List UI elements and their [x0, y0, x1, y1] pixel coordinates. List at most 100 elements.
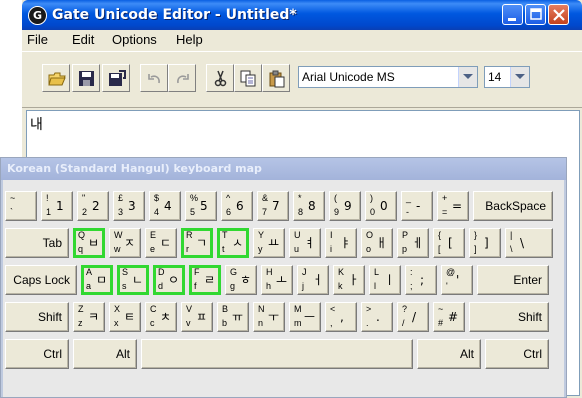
- key-mapped-char: 6: [236, 199, 244, 213]
- key-#[interactable]: ~ # #: [433, 302, 465, 332]
- key-9[interactable]: (9 9: [329, 191, 361, 221]
- key-v[interactable]: Vvㅍ: [181, 302, 213, 332]
- key-shift-char: Y: [258, 230, 265, 240]
- key-][interactable]: }]]: [469, 228, 501, 258]
- close-button[interactable]: [548, 4, 569, 25]
- key-x[interactable]: Xxㅌ: [109, 302, 141, 332]
- key-4[interactable]: $4 4: [149, 191, 181, 221]
- key-ctrl[interactable]: Ctrl: [485, 339, 549, 369]
- save-button[interactable]: [72, 64, 100, 92]
- key-e[interactable]: Eeㄷ: [145, 228, 177, 258]
- key-shift-char: J: [302, 267, 307, 277]
- key-t[interactable]: Ttㅅ: [217, 228, 249, 258]
- key-mapped-char: 4: [164, 199, 172, 213]
- menu-help[interactable]: Help: [176, 32, 203, 48]
- key-7[interactable]: & 7 7: [257, 191, 289, 221]
- font-name-select[interactable]: Arial Unicode MS: [298, 66, 478, 88]
- key-base-char: i: [330, 244, 332, 254]
- key-.[interactable]: >..: [361, 302, 393, 332]
- key-f[interactable]: Ffㄹ: [189, 265, 221, 295]
- key-h[interactable]: Hhㅗ: [261, 265, 293, 295]
- key-base-char: j: [302, 281, 304, 291]
- key-caps-lock[interactable]: Caps Lock: [5, 265, 77, 295]
- key-u[interactable]: Uuㅕ: [289, 228, 321, 258]
- key-'[interactable]: @ ' ': [441, 265, 473, 295]
- minimize-button[interactable]: [502, 4, 523, 25]
- key-base-char: #: [438, 318, 444, 328]
- key-g[interactable]: Ggㅎ: [225, 265, 257, 295]
- key-tab[interactable]: Tab: [5, 228, 69, 258]
- key-1[interactable]: ! 1 1: [41, 191, 73, 221]
- key-,[interactable]: <,,: [325, 302, 357, 332]
- cut-button[interactable]: [206, 64, 234, 92]
- key-s[interactable]: Ssㄴ: [117, 265, 149, 295]
- key-/[interactable]: ? / /: [397, 302, 429, 332]
- key-p[interactable]: Ppㅔ: [397, 228, 429, 258]
- key-q[interactable]: Qqㅂ: [73, 228, 105, 258]
- key-6[interactable]: ^ 6 6: [221, 191, 253, 221]
- key-shift-char: £: [118, 193, 124, 203]
- font-size-dropdown-button[interactable]: [510, 67, 529, 87]
- maximize-button[interactable]: [525, 4, 546, 25]
- key-8[interactable]: * 8 8: [293, 191, 325, 221]
- key-3[interactable]: £3 3: [113, 191, 145, 221]
- title-bar[interactable]: G Gate Unicode Editor - Untitled*: [22, 0, 582, 30]
- key-shift[interactable]: Shift: [469, 302, 549, 332]
- key-ctrl[interactable]: Ctrl: [5, 339, 69, 369]
- key-2[interactable]: " 2 2: [77, 191, 109, 221]
- key-y[interactable]: Yyㅛ: [253, 228, 285, 258]
- key-o[interactable]: Ooㅐ: [361, 228, 393, 258]
- key-shift-char: K: [338, 267, 345, 277]
- key-j[interactable]: Jjㅓ: [297, 265, 329, 295]
- key-5[interactable]: % 5 5: [185, 191, 217, 221]
- key-enter[interactable]: Enter: [477, 265, 549, 295]
- key-alt[interactable]: Alt: [417, 339, 481, 369]
- key-k[interactable]: Kkㅏ: [333, 265, 365, 295]
- key-z[interactable]: Zzㅋ: [73, 302, 105, 332]
- key-mapped-char: ㅅ: [232, 236, 244, 250]
- menu-file[interactable]: File: [27, 32, 48, 48]
- menu-edit[interactable]: Edit: [72, 32, 94, 48]
- copy-button[interactable]: [234, 64, 262, 92]
- key-mapped-char: 5: [200, 199, 208, 213]
- key-n[interactable]: Nnㅜ: [253, 302, 285, 332]
- menu-options[interactable]: Options: [112, 32, 157, 48]
- key-i[interactable]: Iiㅑ: [325, 228, 357, 258]
- key-`[interactable]: ~ `: [5, 191, 37, 221]
- key-w[interactable]: Wwㅈ: [109, 228, 141, 258]
- key-=[interactable]: + = =: [437, 191, 469, 221]
- paste-button[interactable]: [262, 64, 290, 92]
- keyboard-map-title-bar[interactable]: Korean (Standard Hangul) keyboard map: [1, 158, 566, 180]
- key-d[interactable]: Ddㅇ: [153, 265, 185, 295]
- key-r[interactable]: Rrㄱ: [181, 228, 213, 258]
- key-backspace[interactable]: BackSpace: [473, 191, 553, 221]
- key-l[interactable]: Llㅣ: [369, 265, 401, 295]
- key-shift-char: P: [402, 230, 409, 240]
- key-a[interactable]: Aaㅁ: [81, 265, 113, 295]
- save-all-button[interactable]: [102, 64, 130, 92]
- key-[[interactable]: {[[: [433, 228, 465, 258]
- key-mapped-char: 0: [380, 199, 388, 213]
- key-c[interactable]: Ccㅊ: [145, 302, 177, 332]
- key-m[interactable]: Mmㅡ: [289, 302, 321, 332]
- key-mapped-char: ㅎ: [240, 273, 252, 287]
- key-mapped-char: =: [452, 199, 463, 213]
- undo-button[interactable]: [140, 64, 168, 92]
- key-0[interactable]: ) 0 0: [365, 191, 397, 221]
- font-name-value: Arial Unicode MS: [302, 70, 395, 84]
- key-alt[interactable]: Alt: [73, 339, 137, 369]
- key-;[interactable]: :;;: [405, 265, 437, 295]
- key-label: Ctrl: [523, 347, 542, 361]
- key-space[interactable]: [141, 339, 413, 369]
- font-size-select[interactable]: 14: [484, 66, 530, 88]
- toolbar: Arial Unicode MS 14: [22, 51, 582, 108]
- open-button[interactable]: [42, 64, 70, 92]
- key--[interactable]: _ - -: [401, 191, 433, 221]
- key-shift[interactable]: Shift: [5, 302, 69, 332]
- font-name-dropdown-button[interactable]: [458, 67, 477, 87]
- key-base-char: `: [10, 207, 13, 217]
- key-\[interactable]: | \ \: [505, 228, 553, 258]
- key-shift-char: V: [186, 304, 193, 314]
- redo-button[interactable]: [168, 64, 196, 92]
- key-b[interactable]: Bbㅠ: [217, 302, 249, 332]
